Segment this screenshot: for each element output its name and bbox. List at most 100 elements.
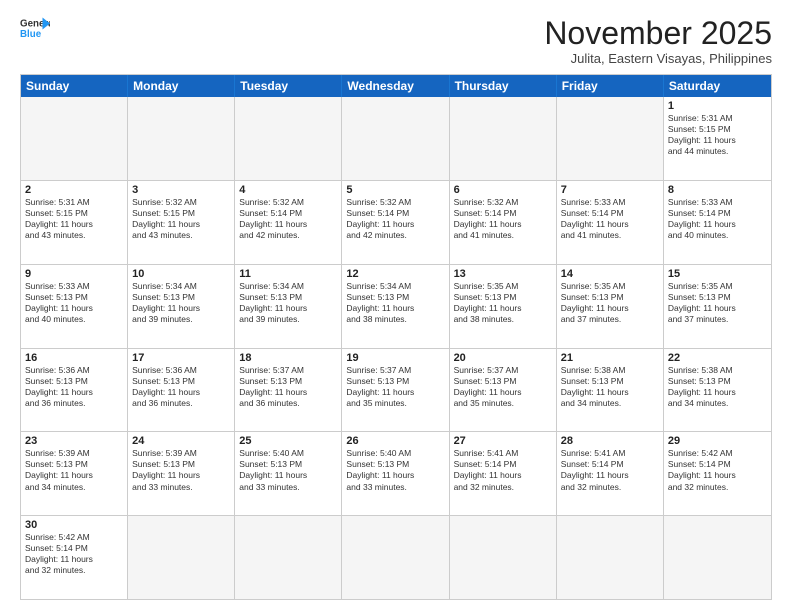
day-number: 23 [25,435,123,447]
calendar-cell [664,516,771,599]
day-info: Sunrise: 5:35 AM Sunset: 5:13 PM Dayligh… [454,281,552,325]
calendar-cell: 4Sunrise: 5:32 AM Sunset: 5:14 PM Daylig… [235,181,342,264]
calendar-cell: 30Sunrise: 5:42 AM Sunset: 5:14 PM Dayli… [21,516,128,599]
day-number: 11 [239,268,337,280]
calendar-row-4: 23Sunrise: 5:39 AM Sunset: 5:13 PM Dayli… [21,431,771,515]
calendar-cell: 25Sunrise: 5:40 AM Sunset: 5:13 PM Dayli… [235,432,342,515]
day-number: 19 [346,352,444,364]
day-info: Sunrise: 5:31 AM Sunset: 5:15 PM Dayligh… [668,113,767,157]
header-day-thursday: Thursday [450,75,557,97]
day-number: 9 [25,268,123,280]
day-info: Sunrise: 5:32 AM Sunset: 5:14 PM Dayligh… [346,197,444,241]
day-info: Sunrise: 5:33 AM Sunset: 5:14 PM Dayligh… [668,197,767,241]
day-number: 26 [346,435,444,447]
calendar: SundayMondayTuesdayWednesdayThursdayFrid… [20,74,772,600]
header-day-tuesday: Tuesday [235,75,342,97]
calendar-cell: 2Sunrise: 5:31 AM Sunset: 5:15 PM Daylig… [21,181,128,264]
calendar-cell: 14Sunrise: 5:35 AM Sunset: 5:13 PM Dayli… [557,265,664,348]
day-number: 18 [239,352,337,364]
day-info: Sunrise: 5:37 AM Sunset: 5:13 PM Dayligh… [239,365,337,409]
calendar-cell: 8Sunrise: 5:33 AM Sunset: 5:14 PM Daylig… [664,181,771,264]
day-number: 7 [561,184,659,196]
day-info: Sunrise: 5:33 AM Sunset: 5:14 PM Dayligh… [561,197,659,241]
calendar-body: 1Sunrise: 5:31 AM Sunset: 5:15 PM Daylig… [21,97,771,599]
calendar-cell: 24Sunrise: 5:39 AM Sunset: 5:13 PM Dayli… [128,432,235,515]
day-number: 24 [132,435,230,447]
calendar-cell [21,97,128,180]
day-info: Sunrise: 5:37 AM Sunset: 5:13 PM Dayligh… [454,365,552,409]
calendar-row-1: 2Sunrise: 5:31 AM Sunset: 5:15 PM Daylig… [21,180,771,264]
calendar-cell: 1Sunrise: 5:31 AM Sunset: 5:15 PM Daylig… [664,97,771,180]
calendar-cell [557,516,664,599]
day-info: Sunrise: 5:35 AM Sunset: 5:13 PM Dayligh… [561,281,659,325]
day-info: Sunrise: 5:34 AM Sunset: 5:13 PM Dayligh… [239,281,337,325]
calendar-cell: 22Sunrise: 5:38 AM Sunset: 5:13 PM Dayli… [664,349,771,432]
day-number: 22 [668,352,767,364]
calendar-cell: 19Sunrise: 5:37 AM Sunset: 5:13 PM Dayli… [342,349,449,432]
calendar-cell: 11Sunrise: 5:34 AM Sunset: 5:13 PM Dayli… [235,265,342,348]
generalblue-logo-icon: General Blue [20,16,50,40]
header-day-friday: Friday [557,75,664,97]
calendar-cell: 20Sunrise: 5:37 AM Sunset: 5:13 PM Dayli… [450,349,557,432]
location: Julita, Eastern Visayas, Philippines [544,51,772,66]
day-info: Sunrise: 5:32 AM Sunset: 5:15 PM Dayligh… [132,197,230,241]
day-info: Sunrise: 5:32 AM Sunset: 5:14 PM Dayligh… [239,197,337,241]
calendar-cell [128,97,235,180]
day-number: 2 [25,184,123,196]
calendar-cell: 9Sunrise: 5:33 AM Sunset: 5:13 PM Daylig… [21,265,128,348]
calendar-cell: 21Sunrise: 5:38 AM Sunset: 5:13 PM Dayli… [557,349,664,432]
day-number: 21 [561,352,659,364]
day-info: Sunrise: 5:40 AM Sunset: 5:13 PM Dayligh… [346,448,444,492]
day-info: Sunrise: 5:32 AM Sunset: 5:14 PM Dayligh… [454,197,552,241]
day-info: Sunrise: 5:38 AM Sunset: 5:13 PM Dayligh… [561,365,659,409]
calendar-cell: 15Sunrise: 5:35 AM Sunset: 5:13 PM Dayli… [664,265,771,348]
day-number: 20 [454,352,552,364]
day-number: 30 [25,519,123,531]
day-number: 25 [239,435,337,447]
logo: General Blue [20,16,50,40]
day-info: Sunrise: 5:40 AM Sunset: 5:13 PM Dayligh… [239,448,337,492]
calendar-cell [557,97,664,180]
calendar-cell: 3Sunrise: 5:32 AM Sunset: 5:15 PM Daylig… [128,181,235,264]
calendar-row-5: 30Sunrise: 5:42 AM Sunset: 5:14 PM Dayli… [21,515,771,599]
day-info: Sunrise: 5:37 AM Sunset: 5:13 PM Dayligh… [346,365,444,409]
calendar-cell: 27Sunrise: 5:41 AM Sunset: 5:14 PM Dayli… [450,432,557,515]
day-info: Sunrise: 5:41 AM Sunset: 5:14 PM Dayligh… [561,448,659,492]
day-number: 12 [346,268,444,280]
day-info: Sunrise: 5:36 AM Sunset: 5:13 PM Dayligh… [25,365,123,409]
day-info: Sunrise: 5:41 AM Sunset: 5:14 PM Dayligh… [454,448,552,492]
day-info: Sunrise: 5:36 AM Sunset: 5:13 PM Dayligh… [132,365,230,409]
day-number: 10 [132,268,230,280]
header-day-monday: Monday [128,75,235,97]
day-info: Sunrise: 5:34 AM Sunset: 5:13 PM Dayligh… [346,281,444,325]
title-block: November 2025 Julita, Eastern Visayas, P… [544,16,772,66]
calendar-cell: 28Sunrise: 5:41 AM Sunset: 5:14 PM Dayli… [557,432,664,515]
calendar-cell: 17Sunrise: 5:36 AM Sunset: 5:13 PM Dayli… [128,349,235,432]
header-day-sunday: Sunday [21,75,128,97]
day-number: 17 [132,352,230,364]
day-number: 4 [239,184,337,196]
calendar-row-0: 1Sunrise: 5:31 AM Sunset: 5:15 PM Daylig… [21,97,771,180]
calendar-cell: 7Sunrise: 5:33 AM Sunset: 5:14 PM Daylig… [557,181,664,264]
day-number: 1 [668,100,767,112]
calendar-cell [450,97,557,180]
header-day-saturday: Saturday [664,75,771,97]
calendar-cell: 16Sunrise: 5:36 AM Sunset: 5:13 PM Dayli… [21,349,128,432]
calendar-cell [342,516,449,599]
day-info: Sunrise: 5:39 AM Sunset: 5:13 PM Dayligh… [132,448,230,492]
day-number: 15 [668,268,767,280]
header: General Blue November 2025 Julita, Easte… [20,16,772,66]
calendar-cell: 6Sunrise: 5:32 AM Sunset: 5:14 PM Daylig… [450,181,557,264]
day-number: 6 [454,184,552,196]
day-info: Sunrise: 5:42 AM Sunset: 5:14 PM Dayligh… [25,532,123,576]
calendar-cell: 5Sunrise: 5:32 AM Sunset: 5:14 PM Daylig… [342,181,449,264]
day-number: 16 [25,352,123,364]
day-info: Sunrise: 5:35 AM Sunset: 5:13 PM Dayligh… [668,281,767,325]
calendar-header: SundayMondayTuesdayWednesdayThursdayFrid… [21,75,771,97]
day-info: Sunrise: 5:38 AM Sunset: 5:13 PM Dayligh… [668,365,767,409]
calendar-cell [128,516,235,599]
day-info: Sunrise: 5:39 AM Sunset: 5:13 PM Dayligh… [25,448,123,492]
calendar-cell [235,97,342,180]
day-number: 3 [132,184,230,196]
day-number: 8 [668,184,767,196]
